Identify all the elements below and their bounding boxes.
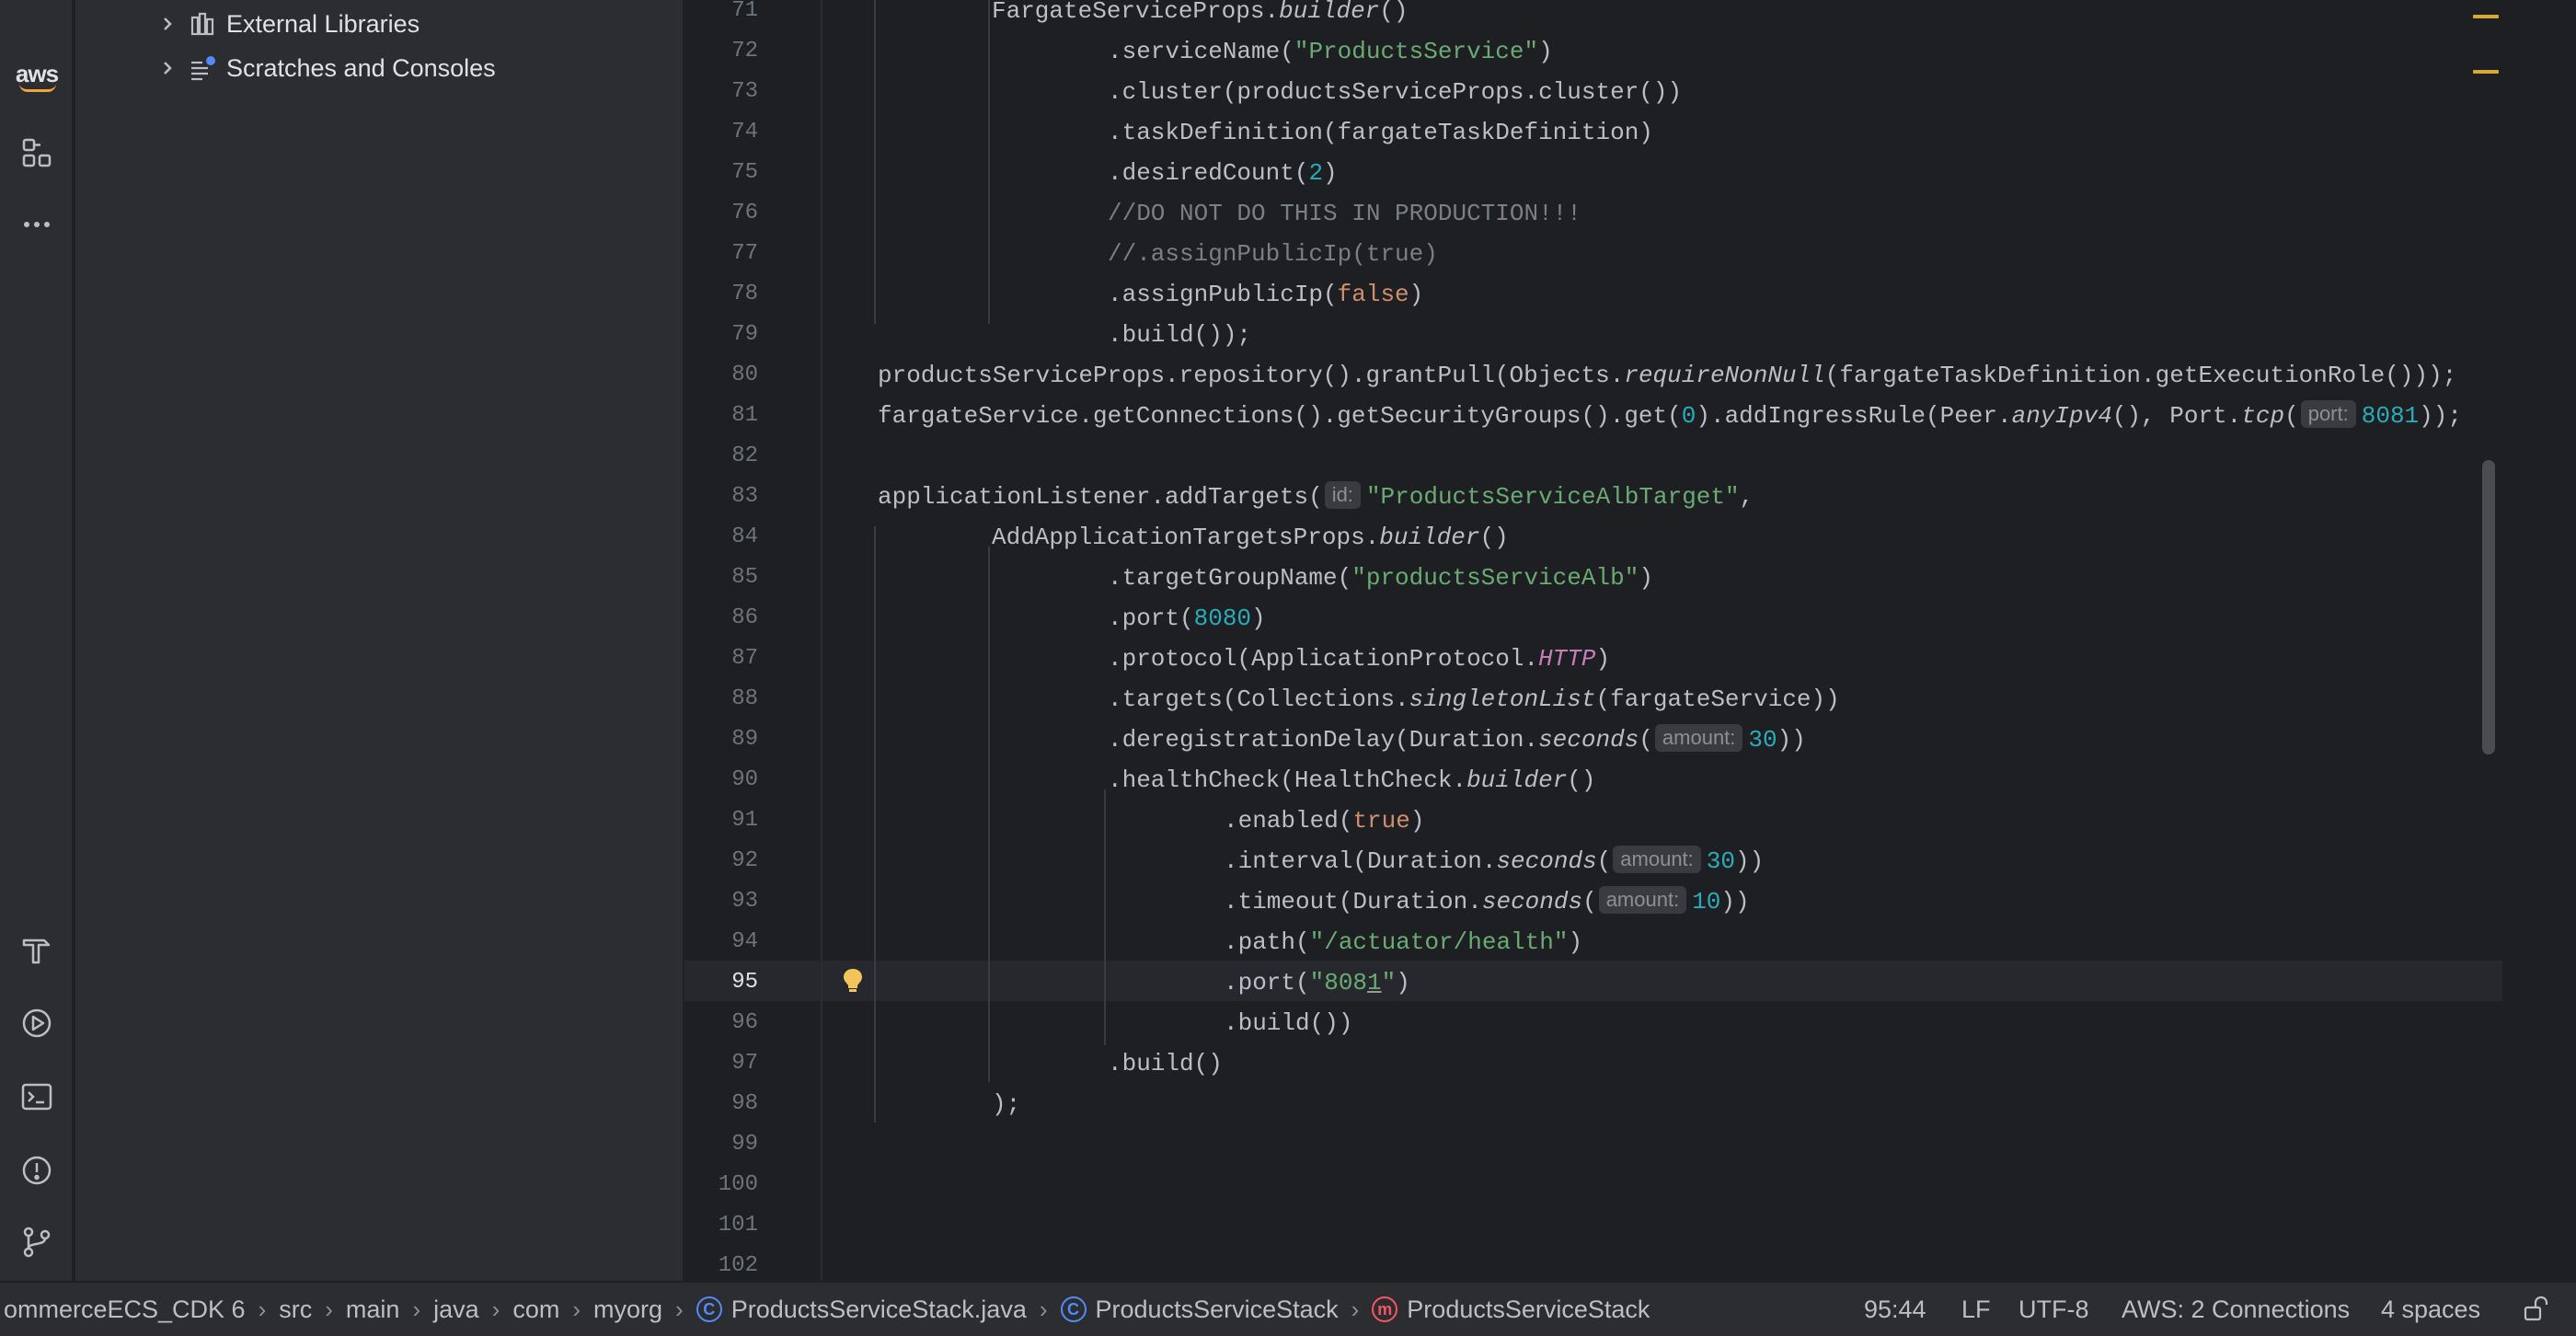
status-bar: ommerceECS_CDK 6 › src › main › java › c… bbox=[0, 1281, 2576, 1336]
code-line-96: .build()) bbox=[1224, 1009, 1353, 1037]
breadcrumb-class-file[interactable]: C ProductsServiceStack.java bbox=[696, 1283, 1027, 1336]
code-line-95: .port("8081") bbox=[1224, 969, 1410, 996]
breadcrumb-class[interactable]: C ProductsServiceStack bbox=[1060, 1283, 1339, 1336]
breadcrumb-myorg[interactable]: myorg bbox=[593, 1283, 663, 1336]
scratches-icon bbox=[186, 52, 219, 85]
breadcrumb-com[interactable]: com bbox=[512, 1283, 560, 1336]
library-icon bbox=[186, 7, 219, 40]
tree-item-external-libraries[interactable]: External Libraries bbox=[75, 2, 420, 46]
more-icon[interactable] bbox=[15, 202, 59, 247]
tree-item-label: Scratches and Consoles bbox=[226, 53, 496, 82]
breadcrumb-project[interactable]: ommerceECS_CDK 6 bbox=[0, 1283, 246, 1336]
code-line-98: ); bbox=[992, 1090, 1021, 1118]
code-line-89: .deregistrationDelay(Duration.seconds(am… bbox=[1108, 724, 1806, 754]
problems-icon[interactable] bbox=[15, 1148, 59, 1192]
code-line-97: .build() bbox=[1108, 1050, 1223, 1077]
inlay-hint-amount: amount: bbox=[1598, 886, 1687, 914]
aws-logo-text: aws bbox=[15, 60, 59, 92]
breadcrumb-label: ommerceECS_CDK 6 bbox=[4, 1295, 246, 1323]
code-area[interactable]: FargateServiceProps.builder() .serviceNa… bbox=[684, 0, 2502, 1281]
breadcrumb-separator-icon: › bbox=[1039, 1295, 1048, 1323]
vertical-scrollbar[interactable] bbox=[2482, 460, 2495, 754]
chevron-right-icon[interactable] bbox=[149, 59, 186, 77]
breadcrumb-label: ProductsServiceStack bbox=[1095, 1295, 1339, 1323]
caret-position[interactable]: 95:44 bbox=[1864, 1283, 1926, 1336]
breadcrumb-separator-icon: › bbox=[258, 1295, 267, 1323]
chevron-right-icon[interactable] bbox=[149, 15, 186, 33]
inlay-hint-id: id: bbox=[1324, 481, 1361, 509]
breadcrumb-separator-icon: › bbox=[412, 1295, 421, 1323]
warning-marker[interactable] bbox=[2473, 15, 2499, 18]
code-line-83: applicationListener.addTargets(id: "Produ… bbox=[878, 481, 1754, 511]
tree-item-label: External Libraries bbox=[226, 9, 420, 38]
code-line-88: .targets(Collections.singletonList(farga… bbox=[1108, 685, 1840, 713]
breadcrumb-separator-icon: › bbox=[675, 1295, 684, 1323]
code-line-91: .enabled(true) bbox=[1224, 807, 1425, 835]
terminal-icon[interactable] bbox=[15, 1075, 59, 1119]
indent-setting[interactable]: 4 spaces bbox=[2381, 1283, 2480, 1336]
project-panel: External Libraries Scratches and Console… bbox=[75, 0, 683, 1281]
breadcrumb-main[interactable]: main bbox=[345, 1283, 400, 1336]
file-encoding[interactable]: UTF-8 bbox=[2018, 1283, 2089, 1336]
code-line-74: .taskDefinition(fargateTaskDefinition) bbox=[1108, 119, 1653, 146]
inlay-hint-port: port: bbox=[2300, 400, 2356, 428]
breadcrumb: ommerceECS_CDK 6 › src › main › java › c… bbox=[0, 1283, 1650, 1336]
class-icon: C bbox=[696, 1296, 722, 1322]
breadcrumb-label: myorg bbox=[593, 1295, 663, 1323]
code-line-77: //.assignPublicIp(true) bbox=[1108, 240, 1438, 268]
code-line-78: .assignPublicIp(false) bbox=[1108, 281, 1424, 308]
breadcrumb-separator-icon: › bbox=[572, 1295, 581, 1323]
code-line-79: .build()); bbox=[1108, 321, 1252, 349]
code-editor[interactable]: 71 72 73 74 75 76 77 78 79 80 81 82 83 84 85 86 87 88 89 90… bbox=[684, 0, 2576, 1281]
code-line-85: .targetGroupName("productsServiceAlb") bbox=[1108, 564, 1653, 592]
warning-marker[interactable] bbox=[2473, 70, 2499, 74]
lock-icon[interactable] bbox=[2521, 1283, 2550, 1336]
breadcrumb-label: com bbox=[512, 1295, 560, 1323]
structure-icon[interactable] bbox=[15, 131, 59, 175]
aws-toolkit-icon[interactable]: aws bbox=[15, 52, 59, 96]
tool-window-strip: aws bbox=[0, 0, 74, 1281]
inlay-hint-amount: amount: bbox=[1654, 724, 1743, 752]
code-line-92: .interval(Duration.seconds(amount: 30)) bbox=[1224, 846, 1765, 875]
code-line-90: .healthCheck(HealthCheck.builder() bbox=[1108, 766, 1596, 794]
code-line-86: .port(8080) bbox=[1108, 605, 1266, 632]
code-line-84: AddApplicationTargetsProps.builder() bbox=[992, 524, 1509, 551]
aws-connections[interactable]: AWS: 2 Connections bbox=[2122, 1283, 2350, 1336]
breadcrumb-method[interactable]: m ProductsServiceStack bbox=[1372, 1283, 1650, 1336]
breadcrumb-label: ProductsServiceStack.java bbox=[730, 1295, 1027, 1323]
code-line-81: fargateService.getConnections().getSecur… bbox=[878, 400, 2462, 430]
code-line-76: //DO NOT DO THIS IN PRODUCTION!!! bbox=[1108, 200, 1581, 227]
method-icon: m bbox=[1372, 1296, 1398, 1322]
inlay-hint-amount: amount: bbox=[1613, 846, 1701, 873]
code-line-71: FargateServiceProps.builder() bbox=[992, 0, 1409, 25]
breadcrumb-label: java bbox=[433, 1295, 479, 1323]
code-line-94: .path("/actuator/health") bbox=[1224, 928, 1583, 956]
breadcrumb-label: main bbox=[345, 1295, 400, 1323]
run-icon[interactable] bbox=[15, 1001, 59, 1045]
breadcrumb-label: ProductsServiceStack bbox=[1407, 1295, 1650, 1323]
breadcrumb-separator-icon: › bbox=[491, 1295, 500, 1323]
editor-right-margin bbox=[2502, 0, 2576, 1281]
code-line-80: productsServiceProps.repository().grantP… bbox=[878, 362, 2457, 389]
code-line-73: .cluster(productsServiceProps.cluster()) bbox=[1108, 78, 1683, 106]
build-icon[interactable] bbox=[15, 927, 59, 972]
git-icon[interactable] bbox=[15, 1220, 59, 1264]
breadcrumb-src[interactable]: src bbox=[279, 1283, 313, 1336]
breadcrumb-label: src bbox=[279, 1295, 313, 1323]
breadcrumb-separator-icon: › bbox=[1351, 1295, 1360, 1323]
breadcrumb-separator-icon: › bbox=[325, 1295, 333, 1323]
line-separator[interactable]: LF bbox=[1961, 1283, 1991, 1336]
class-icon: C bbox=[1060, 1296, 1087, 1322]
code-line-72: .serviceName("ProductsService") bbox=[1108, 38, 1553, 65]
breadcrumb-java[interactable]: java bbox=[433, 1283, 479, 1336]
code-line-87: .protocol(ApplicationProtocol.HTTP) bbox=[1108, 645, 1611, 673]
tree-item-scratches[interactable]: Scratches and Consoles bbox=[75, 46, 496, 90]
code-line-93: .timeout(Duration.seconds(amount: 10)) bbox=[1224, 886, 1750, 916]
code-line-75: .desiredCount(2) bbox=[1108, 159, 1338, 187]
